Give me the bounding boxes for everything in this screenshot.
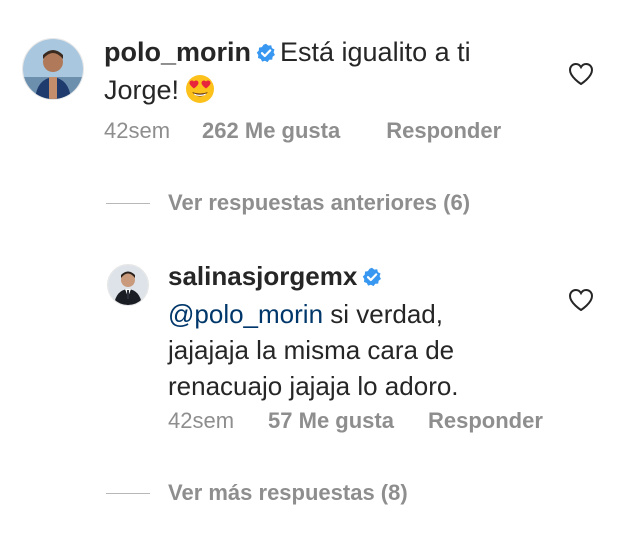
mention-link[interactable]: @polo_morin — [168, 299, 323, 329]
reply-button[interactable]: Responder — [386, 118, 501, 144]
avatar-photo-icon — [23, 39, 83, 99]
comment-body-line2: jajajaja la misma cara de — [168, 335, 455, 365]
username[interactable]: salinasjorgemx — [168, 261, 357, 291]
view-more-replies-button[interactable]: Ver más respuestas (8) — [106, 480, 408, 506]
avatar-photo-icon — [108, 265, 148, 305]
comment-body-line1: Está igualito a ti — [280, 37, 471, 67]
like-heart-icon[interactable] — [568, 62, 594, 86]
comment-meta: 42sem 262 Me gusta Responder — [104, 118, 501, 144]
comment-body-line1: si verdad, — [323, 299, 443, 329]
heart-eyes-emoji-icon — [185, 74, 215, 113]
comment-text: salinasjorgemx @polo_morin si verdad, ja… — [168, 258, 568, 404]
avatar[interactable] — [22, 38, 84, 100]
comment-polo-morin: polo_morin Está igualito a ti Jorge! 42se… — [0, 0, 637, 160]
avatar[interactable] — [107, 264, 149, 306]
verified-badge-icon — [362, 260, 382, 296]
like-heart-icon[interactable] — [568, 288, 594, 312]
view-previous-replies-button[interactable]: Ver respuestas anteriores (6) — [106, 190, 470, 216]
likes-count[interactable]: 57 Me gusta — [268, 408, 394, 434]
comment-body-line2: Jorge! — [104, 75, 180, 105]
comment-time: 42sem — [104, 118, 171, 143]
view-more-replies-label: Ver más respuestas (8) — [168, 480, 408, 505]
username[interactable]: polo_morin — [104, 37, 251, 67]
likes-count[interactable]: 262 Me gusta — [202, 118, 340, 144]
comment-time: 42sem — [168, 408, 235, 433]
divider-line — [106, 492, 150, 494]
view-previous-replies-label: Ver respuestas anteriores (6) — [168, 190, 471, 215]
verified-badge-icon — [256, 36, 276, 72]
comment-salinasjorgemx: salinasjorgemx @polo_morin si verdad, ja… — [0, 250, 637, 450]
divider-line — [106, 202, 150, 204]
reply-button[interactable]: Responder — [428, 408, 543, 434]
comment-text: polo_morin Está igualito a ti Jorge! — [104, 34, 564, 113]
comment-meta: 42sem 57 Me gusta Responder — [168, 408, 543, 434]
comment-body-line3: renacuajo jajaja lo adoro. — [168, 371, 459, 401]
